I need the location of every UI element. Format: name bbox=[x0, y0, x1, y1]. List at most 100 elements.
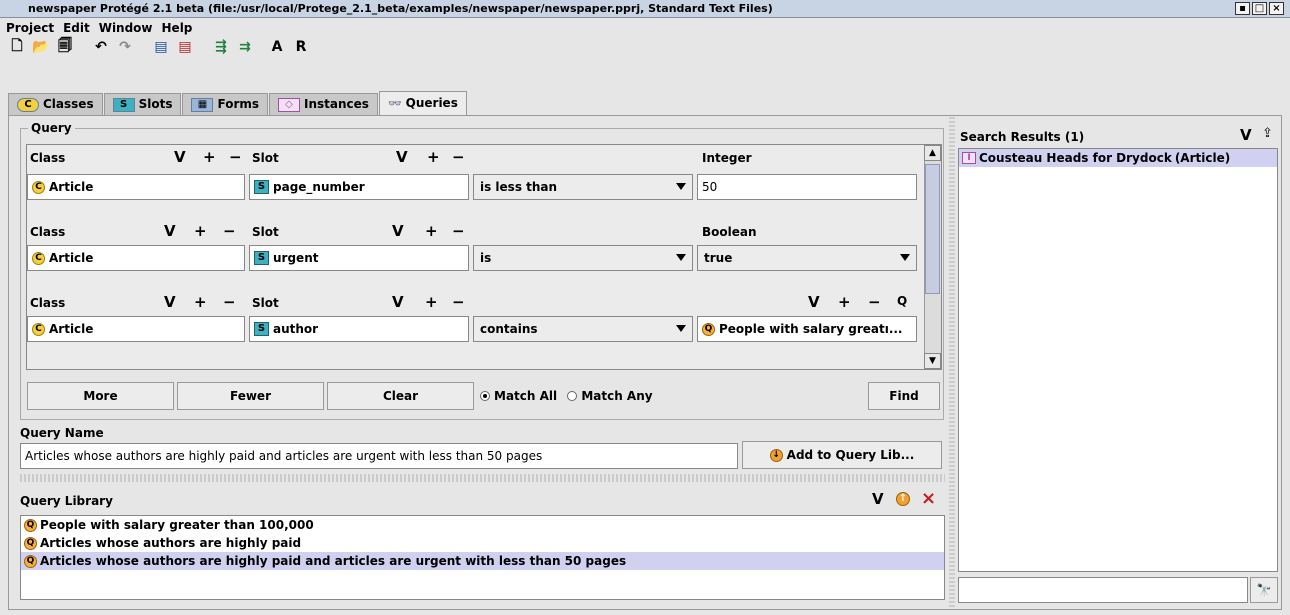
result-item[interactable]: I Cousteau Heads for Drydock (Article) bbox=[959, 149, 1277, 167]
scroll-down-icon[interactable]: ▼ bbox=[924, 353, 941, 369]
value-view-button[interactable]: V bbox=[808, 293, 820, 311]
list-item[interactable]: Q Articles whose authors are highly paid … bbox=[21, 552, 944, 570]
clear-button[interactable]: Clear bbox=[327, 382, 474, 410]
query-name-input[interactable]: Articles whose authors are highly paid a… bbox=[20, 443, 738, 469]
class-remove-button[interactable]: − bbox=[223, 293, 236, 311]
class-header: Class bbox=[30, 151, 66, 165]
add-to-library-button[interactable]: ↓ Add to Query Lib... bbox=[742, 441, 942, 469]
list-item-label: Articles whose authors are highly paid bbox=[40, 536, 302, 550]
search-binoculars-icon[interactable]: 🔭 bbox=[1250, 577, 1278, 603]
vertical-splitter[interactable] bbox=[949, 117, 955, 607]
operator-dropdown[interactable]: is less than bbox=[473, 174, 693, 200]
delete-query-icon[interactable]: × bbox=[921, 488, 936, 509]
class-field[interactable]: C Article bbox=[27, 245, 245, 271]
toolbar: 🗋 📂 🗐 ↶ ↷ ▤ ▤ ⇶ ⇉ A R bbox=[0, 35, 310, 59]
maximize-icon[interactable]: □ bbox=[1252, 2, 1267, 15]
class-add-button[interactable]: + bbox=[194, 222, 207, 240]
class-header: Class bbox=[30, 296, 66, 310]
redo-icon[interactable]: ↷ bbox=[116, 38, 134, 56]
open-project-icon[interactable]: 📂 bbox=[32, 38, 50, 56]
search-input[interactable] bbox=[958, 577, 1248, 603]
value-type-header: Integer bbox=[702, 151, 752, 165]
value-add-button[interactable]: + bbox=[838, 293, 851, 311]
chevron-down-icon bbox=[676, 325, 686, 332]
boolean-dropdown[interactable]: true bbox=[697, 245, 917, 271]
copy-icon[interactable]: ▤ bbox=[152, 38, 170, 56]
slot-add-button[interactable]: + bbox=[427, 148, 440, 166]
tab-forms[interactable]: ▦ Forms bbox=[182, 93, 269, 115]
operator-dropdown[interactable]: is bbox=[473, 245, 693, 271]
slot-view-button[interactable]: V bbox=[392, 293, 404, 311]
more-button[interactable]: More bbox=[27, 382, 174, 410]
value-remove-button[interactable]: − bbox=[868, 293, 881, 311]
slot-remove-button[interactable]: − bbox=[452, 148, 465, 166]
split-divider[interactable] bbox=[20, 474, 945, 482]
query-icon: Q bbox=[24, 554, 37, 568]
class-icon: C bbox=[32, 180, 45, 194]
tab-instances[interactable]: ◇ Instances bbox=[269, 93, 378, 115]
list-item[interactable]: Q People with salary greater than 100,000 bbox=[21, 516, 944, 534]
slot-remove-button[interactable]: − bbox=[452, 222, 465, 240]
class-remove-button[interactable]: − bbox=[229, 148, 242, 166]
format-icon[interactable]: ⇉ bbox=[236, 38, 254, 56]
class-view-button[interactable]: V bbox=[174, 148, 186, 166]
slot-field[interactable]: Spage_number bbox=[249, 174, 469, 200]
slot-icon: S bbox=[254, 180, 269, 194]
integer-input[interactable]: 50 bbox=[697, 174, 917, 200]
slot-view-button[interactable]: V bbox=[396, 148, 408, 166]
slot-view-button[interactable]: V bbox=[392, 222, 404, 240]
query-value-field[interactable]: Q People with salary greatı... bbox=[697, 316, 917, 342]
r-button[interactable]: R bbox=[292, 38, 310, 56]
results-view-button[interactable]: V bbox=[1240, 126, 1252, 144]
tab-classes[interactable]: C Classes bbox=[8, 93, 103, 115]
library-view-button[interactable]: V bbox=[872, 490, 884, 508]
slot-remove-button[interactable]: − bbox=[452, 293, 465, 311]
query-icon: Q bbox=[24, 518, 37, 532]
delete-icon[interactable]: ▤ bbox=[176, 38, 194, 56]
search-results-list: I Cousteau Heads for Drydock (Article) bbox=[958, 148, 1278, 572]
boolean-value: true bbox=[704, 251, 733, 265]
slot-icon: S bbox=[254, 251, 269, 265]
slot-header: Slot bbox=[252, 225, 279, 239]
find-button[interactable]: Find bbox=[868, 382, 940, 410]
slot-add-button[interactable]: + bbox=[425, 293, 438, 311]
match-all-radio[interactable] bbox=[480, 391, 490, 401]
class-remove-button[interactable]: − bbox=[223, 222, 236, 240]
match-any-radio[interactable] bbox=[567, 391, 578, 401]
slot-header: Slot bbox=[252, 151, 279, 165]
insert-icon[interactable]: ⇶ bbox=[212, 38, 230, 56]
slot-value: author bbox=[273, 322, 319, 336]
slot-field[interactable]: Sauthor bbox=[249, 316, 469, 342]
scroll-up-icon[interactable]: ▲ bbox=[924, 145, 941, 161]
slot-value: page_number bbox=[273, 180, 365, 194]
undo-icon[interactable]: ↶ bbox=[92, 38, 110, 56]
class-field[interactable]: C Article bbox=[27, 316, 245, 342]
slot-add-button[interactable]: + bbox=[425, 222, 438, 240]
fewer-button[interactable]: Fewer bbox=[177, 382, 324, 410]
class-view-button[interactable]: V bbox=[164, 222, 176, 240]
class-field[interactable]: C Article bbox=[27, 174, 245, 200]
export-icon[interactable]: ⇪ bbox=[1262, 126, 1273, 141]
save-project-icon[interactable]: 🗐 bbox=[56, 38, 74, 56]
slot-field[interactable]: Surgent bbox=[249, 245, 469, 271]
new-project-icon[interactable]: 🗋 bbox=[8, 38, 26, 56]
slot-value: urgent bbox=[273, 251, 319, 265]
class-view-button[interactable]: V bbox=[164, 293, 176, 311]
retrieve-query-icon[interactable]: ↑ bbox=[896, 492, 910, 506]
close-icon[interactable]: × bbox=[1269, 2, 1284, 15]
match-all-label: Match All bbox=[494, 389, 558, 403]
scroll-thumb[interactable] bbox=[925, 164, 940, 294]
a-button[interactable]: A bbox=[268, 38, 286, 56]
class-add-button[interactable]: + bbox=[194, 293, 207, 311]
list-item[interactable]: Q Articles whose authors are highly paid bbox=[21, 534, 944, 552]
binoculars-icon: 👓 bbox=[387, 97, 402, 110]
operator-dropdown[interactable]: contains bbox=[473, 316, 693, 342]
minimize-icon[interactable]: ▪ bbox=[1235, 2, 1250, 15]
slot-header: Slot bbox=[252, 296, 279, 310]
tab-slots[interactable]: S Slots bbox=[103, 93, 182, 115]
list-item-label: Articles whose authors are highly paid a… bbox=[40, 554, 627, 568]
operator-value: contains bbox=[480, 322, 538, 336]
tab-queries[interactable]: 👓 Queries bbox=[378, 91, 467, 115]
class-add-button[interactable]: + bbox=[203, 148, 216, 166]
value-query-button[interactable]: Q bbox=[897, 294, 907, 308]
